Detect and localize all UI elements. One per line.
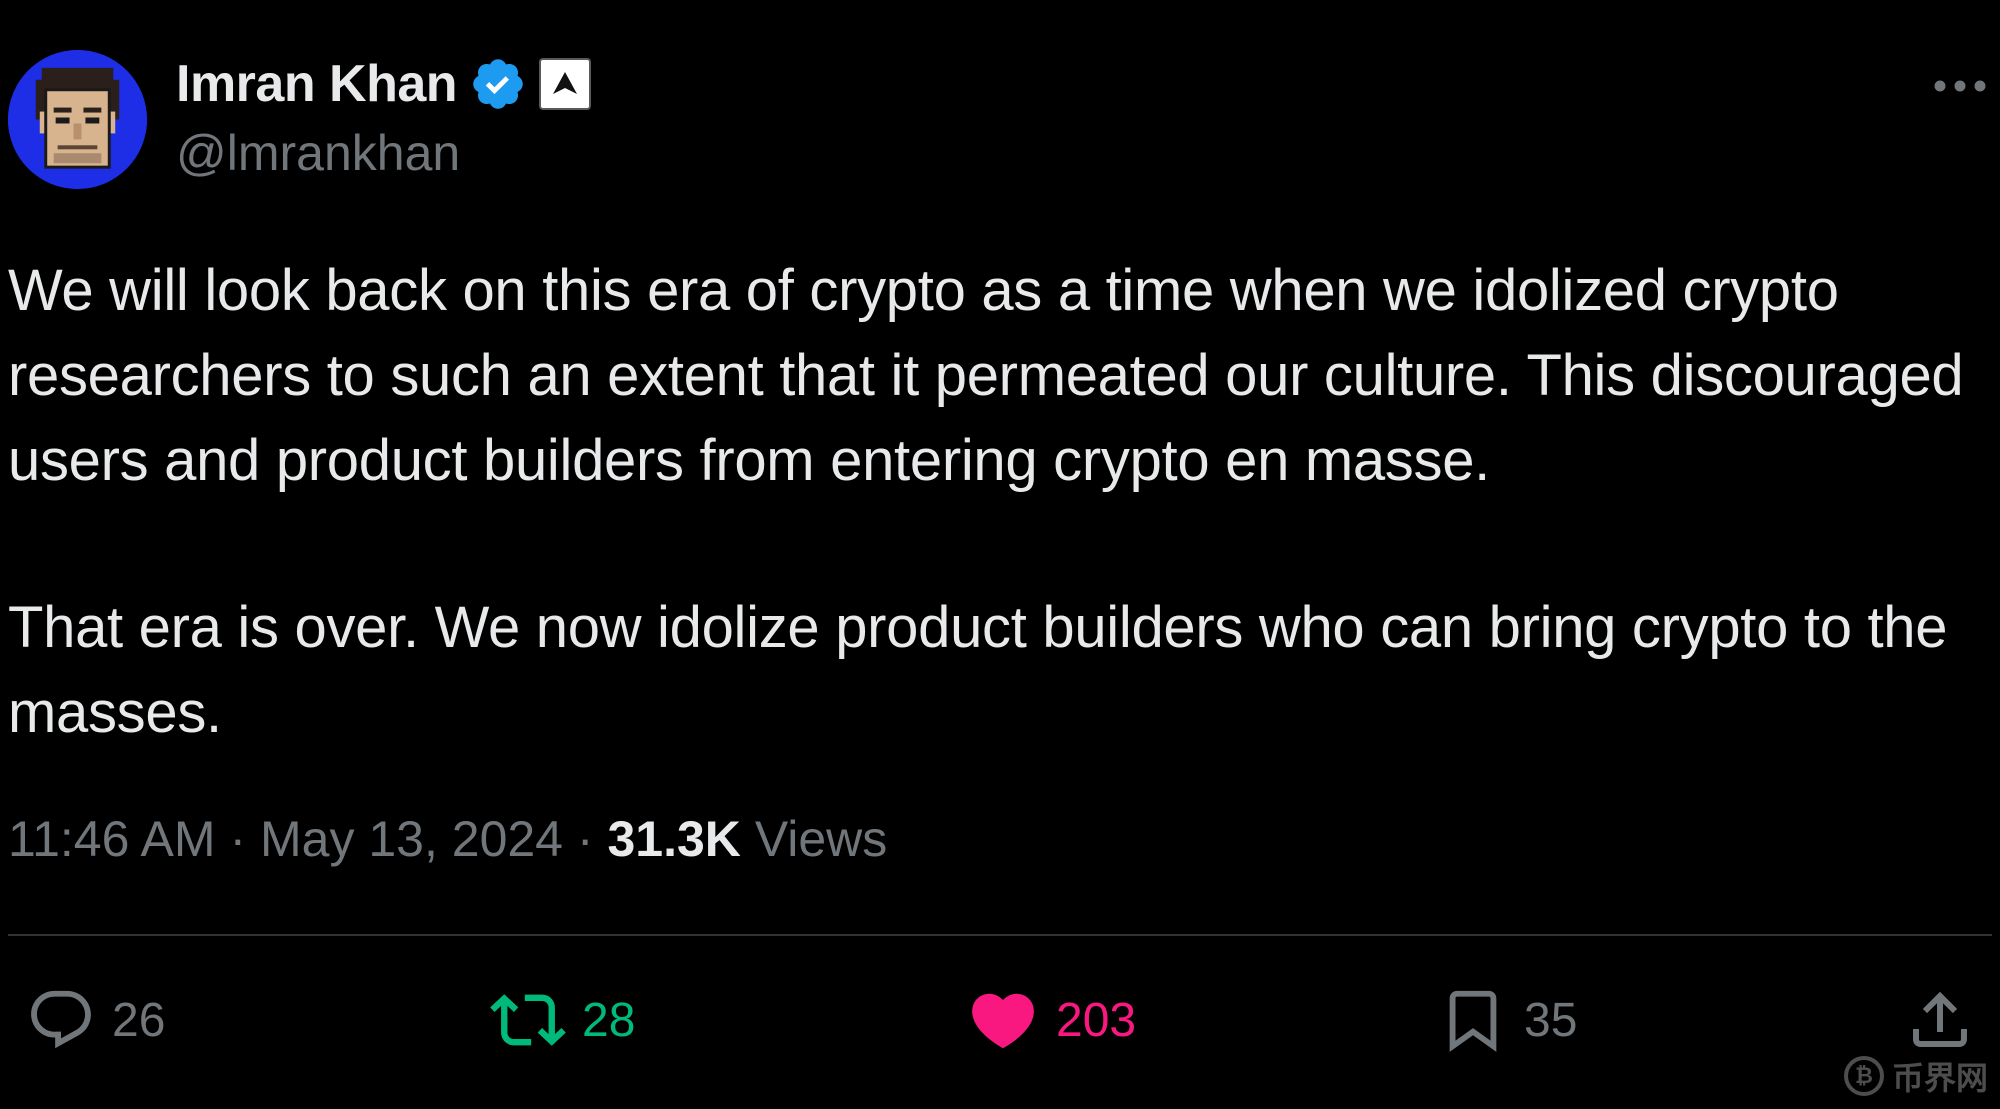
bookmark-count: 35 — [1524, 993, 1578, 1047]
like-count: 203 — [1056, 993, 1137, 1047]
views-count[interactable]: 31.3K — [607, 811, 740, 867]
author-display-name[interactable]: Imran Khan — [176, 54, 458, 114]
repost-button[interactable]: 28 — [490, 975, 635, 1065]
tweet-text: We will look back on this era of crypto … — [8, 248, 1988, 755]
meta-separator: · — [229, 811, 247, 867]
heart-icon — [972, 993, 1034, 1049]
affiliate-badge[interactable] — [539, 58, 592, 110]
watermark-text: 币界网 — [1891, 1060, 1988, 1096]
tweet-date[interactable]: May 13, 2024 — [260, 811, 563, 867]
more-options-icon[interactable] — [1930, 66, 1990, 106]
repost-icon — [490, 994, 566, 1046]
affiliate-arrow-badge-icon — [545, 64, 586, 104]
bitcoin-watermark-icon: ₿ — [1843, 1056, 1884, 1096]
bookmark-icon — [1449, 990, 1497, 1052]
watermark: ₿ 币界网 — [1843, 1053, 1988, 1099]
views-label[interactable]: Views — [755, 811, 887, 867]
tweet-meta: 11:46 AM · May 13, 2024 · 31.3K Views — [8, 810, 887, 868]
pixel-face-icon — [8, 50, 147, 189]
divider — [8, 934, 1992, 936]
tweet-action-bar: 26 28 203 35 — [0, 975, 2000, 1065]
bookmark-button[interactable]: 35 — [1438, 975, 1577, 1065]
verified-badge-icon[interactable] — [469, 55, 527, 113]
meta-separator: · — [576, 811, 594, 867]
tweet-paragraph: We will look back on this era of crypto … — [8, 258, 1964, 493]
share-button[interactable] — [1904, 975, 1976, 1065]
share-upload-icon — [1913, 991, 1967, 1047]
tweet-paragraph: That era is over. We now idolize product… — [8, 595, 1948, 745]
reply-count: 26 — [112, 993, 166, 1047]
repost-count: 28 — [582, 993, 636, 1047]
reply-button[interactable]: 26 — [26, 975, 165, 1065]
reply-icon — [31, 990, 91, 1049]
author-handle[interactable]: @lmrankhan — [176, 124, 460, 182]
like-button[interactable]: 203 — [966, 975, 1136, 1065]
author-avatar[interactable] — [8, 50, 147, 189]
author-name-row: Imran Khan — [176, 52, 592, 116]
tweet-time[interactable]: 11:46 AM — [8, 811, 216, 867]
